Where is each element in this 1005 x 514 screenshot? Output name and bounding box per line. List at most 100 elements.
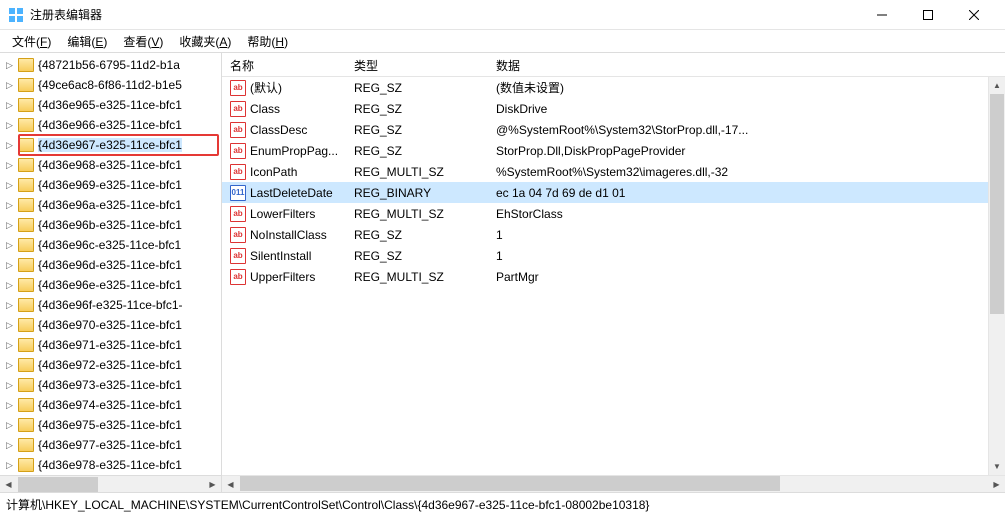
tree-item-label: {4d36e975-e325-11ce-bfc1 [38, 418, 182, 432]
folder-icon [18, 318, 34, 332]
tree-item[interactable]: ▷{4d36e977-e325-11ce-bfc1 [0, 435, 221, 455]
chevron-right-icon[interactable]: ▷ [6, 160, 16, 171]
chevron-right-icon[interactable]: ▷ [6, 300, 16, 311]
scroll-left-icon[interactable]: ◀ [0, 476, 17, 493]
cell-type: REG_SZ [346, 123, 488, 137]
tree-item[interactable]: ▷{4d36e970-e325-11ce-bfc1 [0, 315, 221, 335]
cell-data: StorProp.Dll,DiskPropPageProvider [488, 144, 1005, 158]
cell-data: (数值未设置) [488, 79, 1005, 96]
tree-item[interactable]: ▷{4d36e965-e325-11ce-bfc1 [0, 95, 221, 115]
col-header-name[interactable]: 名称 [222, 53, 346, 76]
cell-type: REG_MULTI_SZ [346, 207, 488, 221]
tree-item[interactable]: ▷{4d36e968-e325-11ce-bfc1 [0, 155, 221, 175]
scroll-right-icon[interactable]: ▶ [204, 476, 221, 493]
chevron-right-icon[interactable]: ▷ [6, 420, 16, 431]
cell-name: abClass [222, 101, 346, 117]
chevron-right-icon[interactable]: ▷ [6, 280, 16, 291]
tree-item-label: {4d36e966-e325-11ce-bfc1 [38, 118, 182, 132]
list-row[interactable]: abEnumPropPag...REG_SZStorProp.Dll,DiskP… [222, 140, 1005, 161]
cell-data: PartMgr [488, 270, 1005, 284]
scroll-thumb[interactable] [990, 94, 1004, 314]
tree-item[interactable]: ▷ {4d36e966-e325-11ce-bfc1 [0, 115, 221, 135]
chevron-right-icon[interactable]: ▷ [6, 140, 16, 151]
cell-name: 011LastDeleteDate [222, 185, 346, 201]
tree-item-label: {4d36e974-e325-11ce-bfc1 [38, 398, 182, 412]
list-row[interactable]: 011LastDeleteDateREG_BINARYec 1a 04 7d 6… [222, 182, 1005, 203]
tree-item[interactable]: ▷{4d36e973-e325-11ce-bfc1 [0, 375, 221, 395]
string-value-icon: ab [230, 143, 246, 159]
folder-icon [18, 278, 34, 292]
chevron-right-icon[interactable]: ▷ [6, 260, 16, 271]
scroll-right-icon[interactable]: ▶ [988, 476, 1005, 492]
string-value-icon: ab [230, 122, 246, 138]
minimize-button[interactable] [859, 0, 905, 30]
chevron-right-icon[interactable]: ▷ [6, 100, 16, 111]
list-row[interactable]: abNoInstallClassREG_SZ1 [222, 224, 1005, 245]
menu-help[interactable]: 帮助(H) [239, 31, 296, 52]
list-view[interactable]: ab(默认)REG_SZ(数值未设置)abClassREG_SZDiskDriv… [222, 77, 1005, 475]
scroll-left-icon[interactable]: ◀ [222, 476, 239, 492]
menu-file[interactable]: 文件(F) [4, 31, 59, 52]
tree-item[interactable]: ▷{4d36e96a-e325-11ce-bfc1 [0, 195, 221, 215]
tree-view[interactable]: ▷{48721b56-6795-11d2-b1a▷{49ce6ac8-6f86-… [0, 53, 221, 475]
list-row[interactable]: abClassDescREG_SZ@%SystemRoot%\System32\… [222, 119, 1005, 140]
list-row[interactable]: abUpperFiltersREG_MULTI_SZPartMgr [222, 266, 1005, 287]
tree-item[interactable]: ▷ {4d36e975-e325-11ce-bfc1 [0, 415, 221, 435]
maximize-button[interactable] [905, 0, 951, 30]
tree-item[interactable]: ▷{4d36e96d-e325-11ce-bfc1 [0, 255, 221, 275]
cell-data: 1 [488, 249, 1005, 263]
menu-favorites[interactable]: 收藏夹(A) [171, 31, 239, 52]
tree-hscrollbar[interactable]: ◀ ▶ [0, 475, 221, 492]
chevron-right-icon[interactable]: ▷ [6, 240, 16, 251]
chevron-right-icon[interactable]: ▷ [6, 80, 16, 91]
chevron-right-icon[interactable]: ▷ [6, 380, 16, 391]
chevron-right-icon[interactable]: ▷ [6, 400, 16, 411]
chevron-right-icon[interactable]: ▷ [6, 120, 16, 131]
chevron-right-icon[interactable]: ▷ [6, 340, 16, 351]
chevron-right-icon[interactable]: ▷ [6, 60, 16, 71]
chevron-right-icon[interactable]: ▷ [6, 320, 16, 331]
menu-edit[interactable]: 编辑(E) [59, 31, 115, 52]
list-row[interactable]: ab(默认)REG_SZ(数值未设置) [222, 77, 1005, 98]
scroll-down-icon[interactable]: ▼ [989, 458, 1005, 475]
string-value-icon: ab [230, 269, 246, 285]
menu-view[interactable]: 查看(V) [115, 31, 171, 52]
cell-name: abLowerFilters [222, 206, 346, 222]
col-header-type[interactable]: 类型 [346, 53, 488, 76]
folder-icon [18, 198, 34, 212]
tree-item-label: {49ce6ac8-6f86-11d2-b1e5 [38, 78, 182, 92]
tree-item[interactable]: ▷ {4d36e969-e325-11ce-bfc1 [0, 175, 221, 195]
list-row[interactable]: abSilentInstallREG_SZ1 [222, 245, 1005, 266]
list-row[interactable]: abLowerFiltersREG_MULTI_SZEhStorClass [222, 203, 1005, 224]
list-row[interactable]: abIconPathREG_MULTI_SZ%SystemRoot%\Syste… [222, 161, 1005, 182]
chevron-right-icon[interactable]: ▷ [6, 440, 16, 451]
tree-item[interactable]: ▷ {49ce6ac8-6f86-11d2-b1e5 [0, 75, 221, 95]
list-pane: 名称 类型 数据 ab(默认)REG_SZ(数值未设置)abClassREG_S… [222, 53, 1005, 492]
tree-item[interactable]: ▷{4d36e972-e325-11ce-bfc1 [0, 355, 221, 375]
scroll-thumb[interactable] [240, 476, 780, 491]
tree-item[interactable]: ▷{4d36e96e-e325-11ce-bfc1 [0, 275, 221, 295]
tree-item[interactable]: ▷{48721b56-6795-11d2-b1a [0, 55, 221, 75]
titlebar: 注册表编辑器 [0, 0, 1005, 30]
tree-item[interactable]: ▷{4d36e96f-e325-11ce-bfc1- [0, 295, 221, 315]
close-button[interactable] [951, 0, 997, 30]
col-header-data[interactable]: 数据 [488, 53, 1005, 76]
tree-item[interactable]: ▷ {4d36e974-e325-11ce-bfc1 [0, 395, 221, 415]
tree-item-label: {4d36e969-e325-11ce-bfc1 [38, 178, 182, 192]
folder-icon [18, 158, 34, 172]
scroll-up-icon[interactable]: ▲ [989, 77, 1005, 94]
scroll-thumb[interactable] [18, 477, 98, 492]
chevron-right-icon[interactable]: ▷ [6, 360, 16, 371]
tree-item[interactable]: ▷{4d36e967-e325-11ce-bfc1 [0, 135, 221, 155]
chevron-right-icon[interactable]: ▷ [6, 200, 16, 211]
tree-item[interactable]: ▷{4d36e96c-e325-11ce-bfc1 [0, 235, 221, 255]
tree-item[interactable]: ▷{4d36e971-e325-11ce-bfc1 [0, 335, 221, 355]
list-vscrollbar[interactable]: ▲ ▼ [988, 77, 1005, 475]
chevron-right-icon[interactable]: ▷ [6, 460, 16, 471]
tree-item[interactable]: ▷{4d36e978-e325-11ce-bfc1 [0, 455, 221, 475]
chevron-right-icon[interactable]: ▷ [6, 180, 16, 191]
list-row[interactable]: abClassREG_SZDiskDrive [222, 98, 1005, 119]
tree-item[interactable]: ▷{4d36e96b-e325-11ce-bfc1 [0, 215, 221, 235]
list-hscrollbar[interactable]: ◀ ▶ [222, 475, 1005, 492]
chevron-right-icon[interactable]: ▷ [6, 220, 16, 231]
